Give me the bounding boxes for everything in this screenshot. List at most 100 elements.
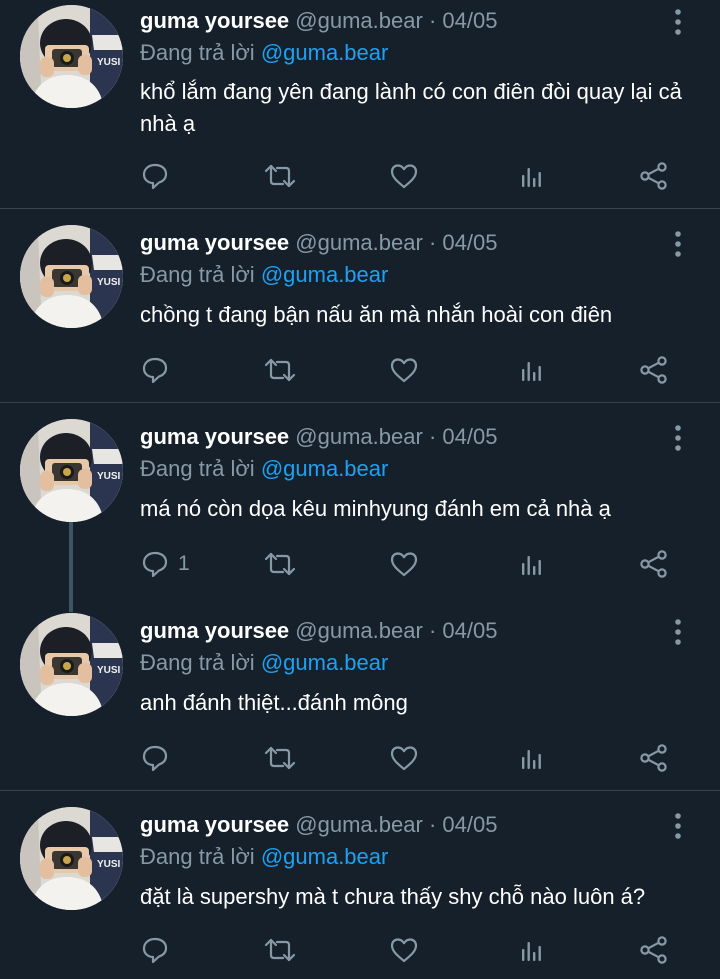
replying-prefix: Đang trả lời: [140, 844, 255, 869]
like-button[interactable]: [389, 159, 419, 193]
more-vertical-icon[interactable]: [666, 812, 690, 840]
reply-button[interactable]: [140, 933, 178, 967]
like-button[interactable]: [389, 741, 419, 775]
more-vertical-icon[interactable]: [666, 618, 690, 646]
retweet-icon: [262, 355, 298, 385]
reply-icon: [140, 549, 170, 579]
svg-text:YUSI: YUSI: [97, 859, 121, 870]
reply-button[interactable]: [140, 353, 178, 387]
author-name[interactable]: guma yoursee: [140, 8, 289, 33]
avatar[interactable]: YUSI: [20, 5, 123, 108]
author-name[interactable]: guma yoursee: [140, 230, 289, 255]
reply-button[interactable]: 1: [140, 547, 190, 581]
author-name[interactable]: guma yoursee: [140, 618, 289, 643]
tweet-actions: [140, 353, 700, 387]
tweet-item[interactable]: YUSI guma yoursee @guma.bear · 04/05 Đan…: [0, 791, 720, 979]
author-handle[interactable]: @guma.bear: [295, 812, 423, 837]
separator-dot: ·: [428, 230, 437, 255]
author-name[interactable]: guma yoursee: [140, 812, 289, 837]
views-button[interactable]: [517, 547, 547, 581]
reply-count: 1: [178, 552, 190, 575]
retweet-icon: [262, 549, 298, 579]
author-handle[interactable]: @guma.bear: [295, 230, 423, 255]
separator-dot: ·: [428, 812, 437, 837]
retweet-button[interactable]: [262, 741, 298, 775]
avatar[interactable]: YUSI: [20, 807, 123, 910]
tweet-date[interactable]: 04/05: [442, 424, 497, 449]
tweet-actions: [140, 741, 700, 775]
share-button[interactable]: [638, 547, 670, 581]
retweet-button[interactable]: [262, 159, 298, 193]
more-vertical-icon[interactable]: [666, 230, 690, 258]
tweet-item[interactable]: YUSI guma yoursee @guma.bear · 04/05 Đan…: [0, 597, 720, 791]
author-name[interactable]: guma yoursee: [140, 424, 289, 449]
svg-text:YUSI: YUSI: [97, 471, 121, 482]
replying-mention[interactable]: @guma.bear: [261, 40, 389, 65]
tweet-header: guma yoursee @guma.bear · 04/05: [140, 616, 497, 646]
heart-icon: [389, 355, 419, 385]
tweet-date[interactable]: 04/05: [442, 8, 497, 33]
share-button[interactable]: [638, 159, 670, 193]
author-handle[interactable]: @guma.bear: [295, 618, 423, 643]
more-vertical-icon[interactable]: [666, 8, 690, 36]
reply-button[interactable]: [140, 741, 178, 775]
tweet-header: guma yoursee @guma.bear · 04/05: [140, 228, 497, 258]
retweet-icon: [262, 743, 298, 773]
tweet-text: má nó còn dọa kêu minhyung đánh em cả nh…: [140, 496, 611, 521]
share-icon: [638, 549, 670, 579]
avatar[interactable]: YUSI: [20, 419, 123, 522]
replying-prefix: Đang trả lời: [140, 262, 255, 287]
svg-text:YUSI: YUSI: [97, 665, 121, 676]
author-handle[interactable]: @guma.bear: [295, 424, 423, 449]
tweet-date[interactable]: 04/05: [442, 618, 497, 643]
like-button[interactable]: [389, 547, 419, 581]
separator-dot: ·: [428, 618, 437, 643]
views-button[interactable]: [517, 353, 547, 387]
tweet-item[interactable]: YUSI guma yoursee @guma.bear · 04/05 Đan…: [0, 209, 720, 403]
retweet-icon: [262, 935, 298, 965]
tweet-text: chồng t đang bận nấu ăn mà nhắn hoài con…: [140, 302, 613, 327]
reply-icon: [140, 161, 170, 191]
tweet-item[interactable]: YUSI guma yoursee @guma.bear · 04/05 Đan…: [0, 0, 720, 209]
like-button[interactable]: [389, 353, 419, 387]
replying-mention[interactable]: @guma.bear: [261, 456, 389, 481]
more-vertical-icon[interactable]: [666, 424, 690, 452]
replying-prefix: Đang trả lời: [140, 650, 255, 675]
analytics-icon: [517, 161, 547, 191]
tweet-date[interactable]: 04/05: [442, 230, 497, 255]
replying-mention[interactable]: @guma.bear: [261, 262, 389, 287]
views-button[interactable]: [517, 933, 547, 967]
tweet-header: guma yoursee @guma.bear · 04/05: [140, 422, 497, 452]
tweet-item[interactable]: YUSI guma yoursee @guma.bear · 04/05 Đan…: [0, 403, 720, 597]
reply-button[interactable]: [140, 159, 178, 193]
author-handle[interactable]: @guma.bear: [295, 8, 423, 33]
retweet-button[interactable]: [262, 353, 298, 387]
replying-mention[interactable]: @guma.bear: [261, 844, 389, 869]
share-icon: [638, 935, 670, 965]
avatar[interactable]: YUSI: [20, 613, 123, 716]
share-button[interactable]: [638, 933, 670, 967]
views-button[interactable]: [517, 741, 547, 775]
share-icon: [638, 161, 670, 191]
retweet-button[interactable]: [262, 547, 298, 581]
analytics-icon: [517, 743, 547, 773]
share-icon: [638, 743, 670, 773]
replying-prefix: Đang trả lời: [140, 40, 255, 65]
heart-icon: [389, 549, 419, 579]
separator-dot: ·: [428, 8, 437, 33]
tweet-date[interactable]: 04/05: [442, 812, 497, 837]
replying-mention[interactable]: @guma.bear: [261, 650, 389, 675]
analytics-icon: [517, 935, 547, 965]
replying-to: Đang trả lời @guma.bear: [140, 842, 388, 872]
tweet-header: guma yoursee @guma.bear · 04/05: [140, 810, 497, 840]
share-button[interactable]: [638, 353, 670, 387]
retweet-button[interactable]: [262, 933, 298, 967]
tweet-actions: 1: [140, 547, 700, 581]
views-button[interactable]: [517, 159, 547, 193]
avatar[interactable]: YUSI: [20, 225, 123, 328]
analytics-icon: [517, 355, 547, 385]
replying-to: Đang trả lời @guma.bear: [140, 260, 388, 290]
like-button[interactable]: [389, 933, 419, 967]
tweet-text: anh đánh thiệt...đánh mông: [140, 690, 408, 715]
share-button[interactable]: [638, 741, 670, 775]
